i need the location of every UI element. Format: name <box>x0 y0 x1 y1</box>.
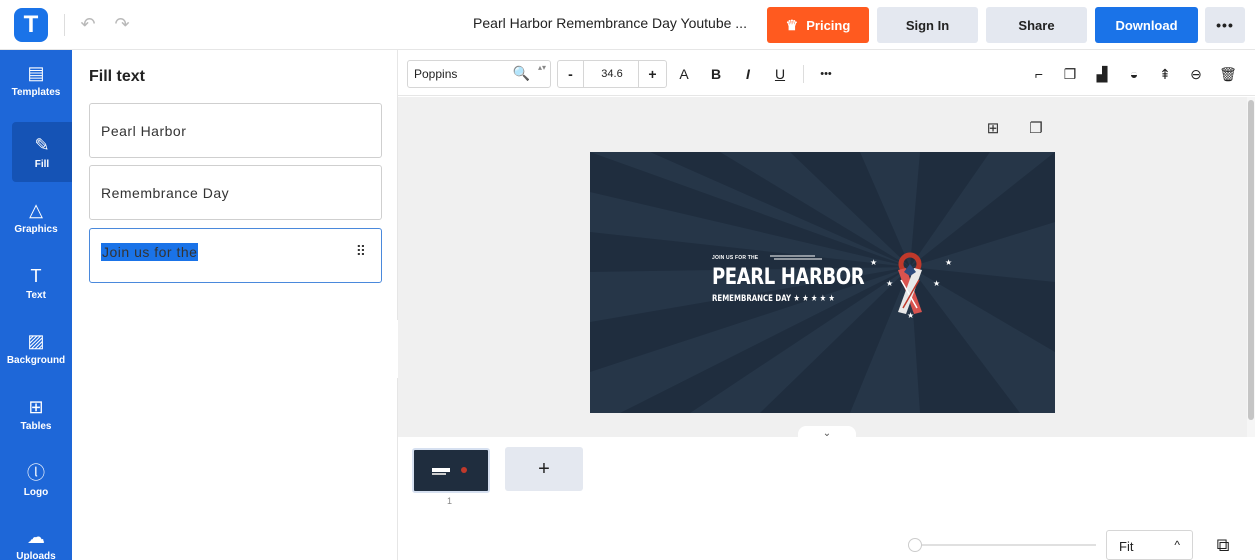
spinner-icon[interactable]: ▴▾ <box>538 63 546 73</box>
layer-icon[interactable]: ▟ <box>1092 63 1112 85</box>
sidebar-item-label: Background <box>6 354 66 366</box>
sidebar-item-logo[interactable]: ⓛ Logo <box>0 450 72 510</box>
sidebar: ▤ Templates ✎ Fill △ Graphics T Text ▨ B… <box>0 50 72 560</box>
duplicate-icon[interactable]: ❐ <box>1060 63 1080 85</box>
page-thumbnail[interactable] <box>412 448 490 493</box>
logo-icon: ⓛ <box>27 462 45 483</box>
field-value: Remembrance Day <box>101 185 230 201</box>
sidebar-item-tables[interactable]: ⊞ Tables <box>0 384 72 444</box>
svg-text:★: ★ <box>945 258 952 267</box>
zoom-slider[interactable] <box>913 544 1096 546</box>
slide-title[interactable]: PEARL HARBOR <box>712 265 865 290</box>
text-field-pearl-harbor[interactable]: Pearl Harbor <box>89 103 382 158</box>
svg-text:★: ★ <box>886 279 893 288</box>
search-icon[interactable]: 🔍 <box>513 65 530 82</box>
duplicate-page-icon[interactable]: ❐ <box>1026 118 1046 138</box>
fill-text-panel: Fill text Pearl Harbor Remembrance Day J… <box>72 50 398 560</box>
app-logo[interactable]: T <box>14 8 48 42</box>
document-title[interactable]: Pearl Harbor Remembrance Day Youtube ... <box>460 15 760 31</box>
align-icon[interactable]: ⇞ <box>1155 63 1175 85</box>
italic-button[interactable]: I <box>738 60 758 88</box>
more-text-options-button[interactable]: ••• <box>814 60 838 88</box>
text-field-remembrance-day[interactable]: Remembrance Day <box>89 165 382 220</box>
decrease-size-button[interactable]: - <box>558 61 584 87</box>
sidebar-item-label: Fill <box>34 158 50 170</box>
text-icon: T <box>30 265 42 286</box>
increase-size-button[interactable]: + <box>638 61 666 87</box>
sidebar-item-background[interactable]: ▨ Background <box>0 318 72 378</box>
sign-in-button[interactable]: Sign In <box>877 7 978 43</box>
svg-text:★: ★ <box>907 311 914 320</box>
sidebar-item-label: Uploads <box>16 550 56 560</box>
page-number: 1 <box>447 496 453 506</box>
underline-button[interactable]: U <box>770 60 790 88</box>
shapes-icon: △ <box>29 199 43 220</box>
bold-button[interactable]: B <box>706 60 726 88</box>
drag-handle-icon[interactable]: ⠿ <box>356 243 366 260</box>
pricing-button[interactable]: ♛ Pricing <box>767 7 869 43</box>
thumbnail-preview <box>432 467 467 475</box>
pencil-icon: ✎ <box>34 134 50 155</box>
opacity-icon[interactable]: ◒ <box>1124 63 1144 85</box>
redo-icon[interactable]: ↷ <box>110 12 134 36</box>
slide-join-text[interactable]: JOIN US FOR THE <box>712 255 758 261</box>
scrollbar-thumb[interactable] <box>1248 100 1254 420</box>
font-family-select[interactable]: Poppins 🔍 ▴▾ <box>407 60 551 88</box>
text-field-join-us[interactable]: Join us for the ⠿ <box>89 228 382 283</box>
background-icon: ▨ <box>27 330 45 351</box>
sidebar-item-label: Tables <box>20 420 52 432</box>
add-page-icon[interactable]: ⊞ <box>983 118 1003 138</box>
crown-icon: ♛ <box>785 16 799 33</box>
sidebar-item-fill[interactable]: ✎ Fill <box>12 122 72 182</box>
svg-text:★: ★ <box>933 279 940 288</box>
share-button[interactable]: Share <box>986 7 1087 43</box>
slide-subtitle[interactable]: REMEMBRANCE DAY ★ ★ ★ ★ ★ <box>712 294 835 304</box>
add-page-button[interactable]: + <box>505 447 583 491</box>
chevron-up-icon: ^ <box>1174 538 1180 552</box>
top-bar: T ↶ ↷ Pearl Harbor Remembrance Day Youtu… <box>0 0 1255 50</box>
pricing-label: Pricing <box>806 17 851 33</box>
font-name: Poppins <box>414 67 458 81</box>
design-slide[interactable]: ★ ★ ★ ★ ★ JOIN US FOR THE PEARL HARBOR R… <box>590 152 1055 413</box>
table-icon: ⊞ <box>28 396 44 417</box>
templates-icon: ▤ <box>27 62 45 83</box>
sidebar-item-graphics[interactable]: △ Graphics <box>0 187 72 247</box>
link-icon[interactable]: ⊖ <box>1186 63 1206 85</box>
svg-text:★: ★ <box>870 258 877 267</box>
text-toolbar: Poppins 🔍 ▴▾ - 34.6 + A B I U ••• ⌐ ❐ ▟ … <box>398 50 1255 96</box>
undo-icon[interactable]: ↶ <box>76 12 100 36</box>
sidebar-item-templates[interactable]: ▤ Templates <box>0 50 72 110</box>
upload-icon: ☁ <box>27 526 45 547</box>
sidebar-item-label: Graphics <box>14 223 58 235</box>
zoom-value: Fit <box>1119 539 1134 554</box>
sidebar-item-uploads[interactable]: ☁ Uploads <box>0 514 72 560</box>
sidebar-item-label: Logo <box>23 486 49 498</box>
field-value: Pearl Harbor <box>101 123 187 139</box>
sidebar-item-label: Templates <box>11 86 61 98</box>
field-value-selected: Join us for the <box>101 243 199 261</box>
font-size-input[interactable]: 34.6 <box>584 61 640 87</box>
text-case-button[interactable]: A <box>674 60 694 88</box>
font-size-stepper: - 34.6 + <box>557 60 667 88</box>
panel-title: Fill text <box>89 68 146 85</box>
zoom-select[interactable]: Fit ^ <box>1106 530 1193 560</box>
zoom-slider-handle[interactable] <box>908 538 922 552</box>
pages-overview-icon[interactable]: ⧉ <box>1212 534 1234 556</box>
sidebar-item-text[interactable]: T Text <box>0 253 72 313</box>
divider <box>803 65 804 83</box>
more-options-button[interactable]: ••• <box>1205 7 1245 43</box>
delete-icon[interactable]: 🗑 <box>1218 63 1238 85</box>
divider <box>64 14 65 36</box>
speed-lines <box>770 255 822 260</box>
format-painter-icon[interactable]: ⌐ <box>1029 63 1049 85</box>
download-button[interactable]: Download <box>1095 7 1198 43</box>
sidebar-item-label: Text <box>26 289 46 301</box>
